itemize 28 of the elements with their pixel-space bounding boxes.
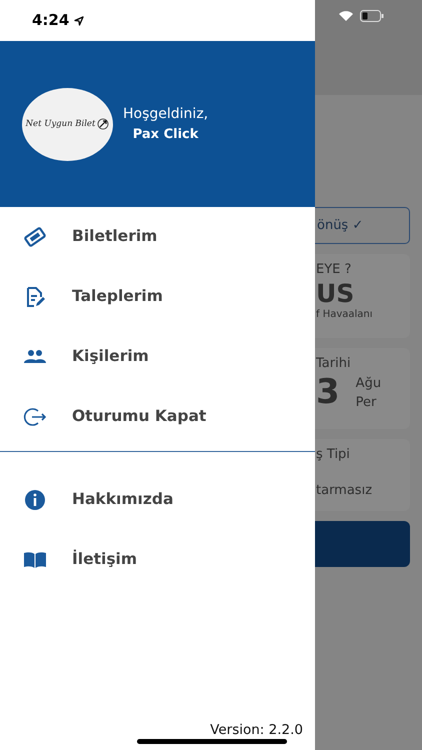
menu-item[interactable]: Oturumu Kapat: [0, 387, 315, 447]
greeting-text: Hoşgeldiniz,: [123, 104, 208, 124]
date-weekday: Per: [356, 394, 378, 412]
user-name: Pax Click: [132, 126, 200, 144]
menu-item[interactable]: Biletlerim: [0, 207, 315, 267]
date-month: Ağu: [356, 374, 382, 392]
type-label: ş Tipi: [316, 446, 351, 464]
menu-item[interactable]: Kişilerim: [0, 327, 315, 387]
ticket-icon: [22, 225, 48, 249]
type-value: tarmasız: [316, 482, 374, 500]
battery-icon: [360, 10, 384, 22]
logo: Net Uygun Bilet: [22, 88, 113, 160]
location-arrow-icon: [74, 16, 84, 26]
menu-item[interactable]: İletişim: [0, 530, 315, 590]
destination-label: EYE ?: [316, 261, 352, 279]
date-label: Tarihi: [316, 355, 352, 373]
menu-item[interactable]: Hakkımızda: [0, 470, 315, 530]
version-text: Version: 2.2.0: [210, 720, 303, 740]
search-button[interactable]: [315, 521, 410, 567]
trip-type-toggle[interactable]: önüş ✓: [315, 207, 410, 244]
airport-name: f Havaalanı: [316, 308, 374, 322]
menu-item[interactable]: Taleplerim: [0, 267, 315, 327]
airport-code: US: [316, 280, 356, 307]
status-time: 4:24: [32, 10, 70, 32]
wifi-icon: [338, 10, 354, 22]
logout-icon: [22, 405, 48, 429]
date-day: 3: [316, 374, 340, 412]
info-icon: [22, 488, 48, 512]
